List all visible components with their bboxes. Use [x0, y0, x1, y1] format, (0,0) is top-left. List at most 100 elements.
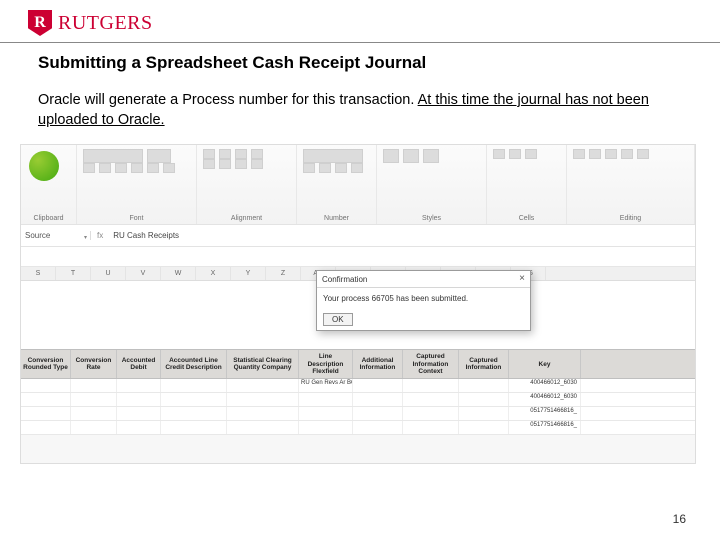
table-header-cell: Conversion Rounded Type [21, 350, 71, 378]
font-size-dropdown[interactable] [147, 149, 171, 163]
brand-name: RUTGERS [58, 12, 153, 35]
comma-button[interactable] [335, 163, 347, 173]
brand-header: R RUTGERS [0, 0, 720, 42]
table-cell[interactable] [403, 379, 459, 392]
table-cell[interactable] [403, 407, 459, 420]
ok-button[interactable]: OK [323, 313, 353, 326]
wrap-text-button[interactable] [251, 149, 263, 159]
sort-filter-button[interactable] [621, 149, 633, 159]
table-header-cell: Conversion Rate [71, 350, 117, 378]
table-cell[interactable] [21, 407, 71, 420]
column-header[interactable]: Y [231, 267, 266, 280]
font-family-dropdown[interactable] [83, 149, 143, 163]
table-cell[interactable]: 0517751466816_ [509, 407, 581, 420]
table-cell[interactable] [161, 393, 227, 406]
table-cell[interactable] [71, 407, 117, 420]
name-box[interactable]: Source [21, 231, 91, 240]
table-cell[interactable] [161, 379, 227, 392]
table-cell[interactable] [117, 421, 161, 434]
table-cell[interactable] [299, 421, 353, 434]
dialog-message: Your process 66705 has been submitted. [323, 294, 524, 303]
table-cell[interactable]: 400466012_6030 [509, 379, 581, 392]
delete-button[interactable] [509, 149, 521, 159]
percent-button[interactable] [319, 163, 331, 173]
cell-styles-button[interactable] [423, 149, 439, 163]
increase-decimal-button[interactable] [351, 163, 363, 173]
table-cell[interactable] [353, 407, 403, 420]
table-cell[interactable] [161, 407, 227, 420]
excel-screenshot: Clipboard Font Alignment Number Styles [20, 144, 696, 464]
align-bottom-button[interactable] [235, 149, 247, 159]
table-cell[interactable]: RU Gen Revs Ar BCH0206.010003 298 [299, 379, 353, 392]
table-cell[interactable] [71, 379, 117, 392]
table-cell[interactable] [459, 393, 509, 406]
autosum-button[interactable] [573, 149, 585, 159]
sheet-strip [21, 247, 695, 267]
table-cell[interactable] [21, 393, 71, 406]
table-cell[interactable] [353, 421, 403, 434]
table-cell[interactable] [117, 379, 161, 392]
font-color-button[interactable] [163, 163, 175, 173]
number-format-dropdown[interactable] [303, 149, 363, 163]
table-cell[interactable] [227, 393, 299, 406]
table-cell[interactable] [117, 393, 161, 406]
table-cell[interactable] [403, 393, 459, 406]
column-header[interactable]: V [126, 267, 161, 280]
ribbon-label-font: Font [83, 215, 190, 222]
italic-button[interactable] [99, 163, 111, 173]
align-center-button[interactable] [219, 159, 231, 169]
border-button[interactable] [131, 163, 143, 173]
table-cell[interactable] [353, 379, 403, 392]
format-as-table-button[interactable] [403, 149, 419, 163]
paste-icon[interactable] [29, 151, 59, 181]
column-header[interactable]: W [161, 267, 196, 280]
formula-value[interactable]: RU Cash Receipts [109, 231, 183, 240]
format-button[interactable] [525, 149, 537, 159]
conditional-formatting-button[interactable] [383, 149, 399, 163]
table-cell[interactable] [161, 421, 227, 434]
table-row: 0517751466816_ [21, 421, 695, 435]
column-header[interactable]: S [21, 267, 56, 280]
fill-color-button[interactable] [147, 163, 159, 173]
table-cell[interactable]: 0517751466816_ [509, 421, 581, 434]
fx-icon[interactable]: fx [91, 231, 109, 240]
ribbon-group-clipboard: Clipboard [21, 145, 77, 224]
table-cell[interactable] [227, 407, 299, 420]
table-cell[interactable] [459, 407, 509, 420]
merge-button[interactable] [251, 159, 263, 169]
ribbon-group-number: Number [297, 145, 377, 224]
table-cell[interactable] [459, 421, 509, 434]
page-number: 16 [673, 512, 686, 526]
insert-button[interactable] [493, 149, 505, 159]
rutgers-shield-icon: R [28, 10, 52, 36]
table-header-cell: Statistical Clearing Quantity Company [227, 350, 299, 378]
table-cell[interactable]: 400466012_6030 [509, 393, 581, 406]
bold-button[interactable] [83, 163, 95, 173]
table-cell[interactable] [21, 421, 71, 434]
align-left-button[interactable] [203, 159, 215, 169]
underline-button[interactable] [115, 163, 127, 173]
currency-button[interactable] [303, 163, 315, 173]
fill-button[interactable] [589, 149, 601, 159]
column-header[interactable]: Z [266, 267, 301, 280]
table-cell[interactable] [353, 393, 403, 406]
table-cell[interactable] [459, 379, 509, 392]
close-icon[interactable]: × [519, 274, 525, 284]
find-select-button[interactable] [637, 149, 649, 159]
align-middle-button[interactable] [219, 149, 231, 159]
column-header[interactable]: T [56, 267, 91, 280]
table-cell[interactable] [117, 407, 161, 420]
align-top-button[interactable] [203, 149, 215, 159]
table-cell[interactable] [299, 407, 353, 420]
clear-button[interactable] [605, 149, 617, 159]
table-cell[interactable] [71, 421, 117, 434]
table-cell[interactable] [71, 393, 117, 406]
column-header[interactable]: X [196, 267, 231, 280]
column-header[interactable]: U [91, 267, 126, 280]
table-cell[interactable] [227, 421, 299, 434]
table-cell[interactable] [227, 379, 299, 392]
table-cell[interactable] [403, 421, 459, 434]
align-right-button[interactable] [235, 159, 247, 169]
table-cell[interactable] [299, 393, 353, 406]
table-cell[interactable] [21, 379, 71, 392]
